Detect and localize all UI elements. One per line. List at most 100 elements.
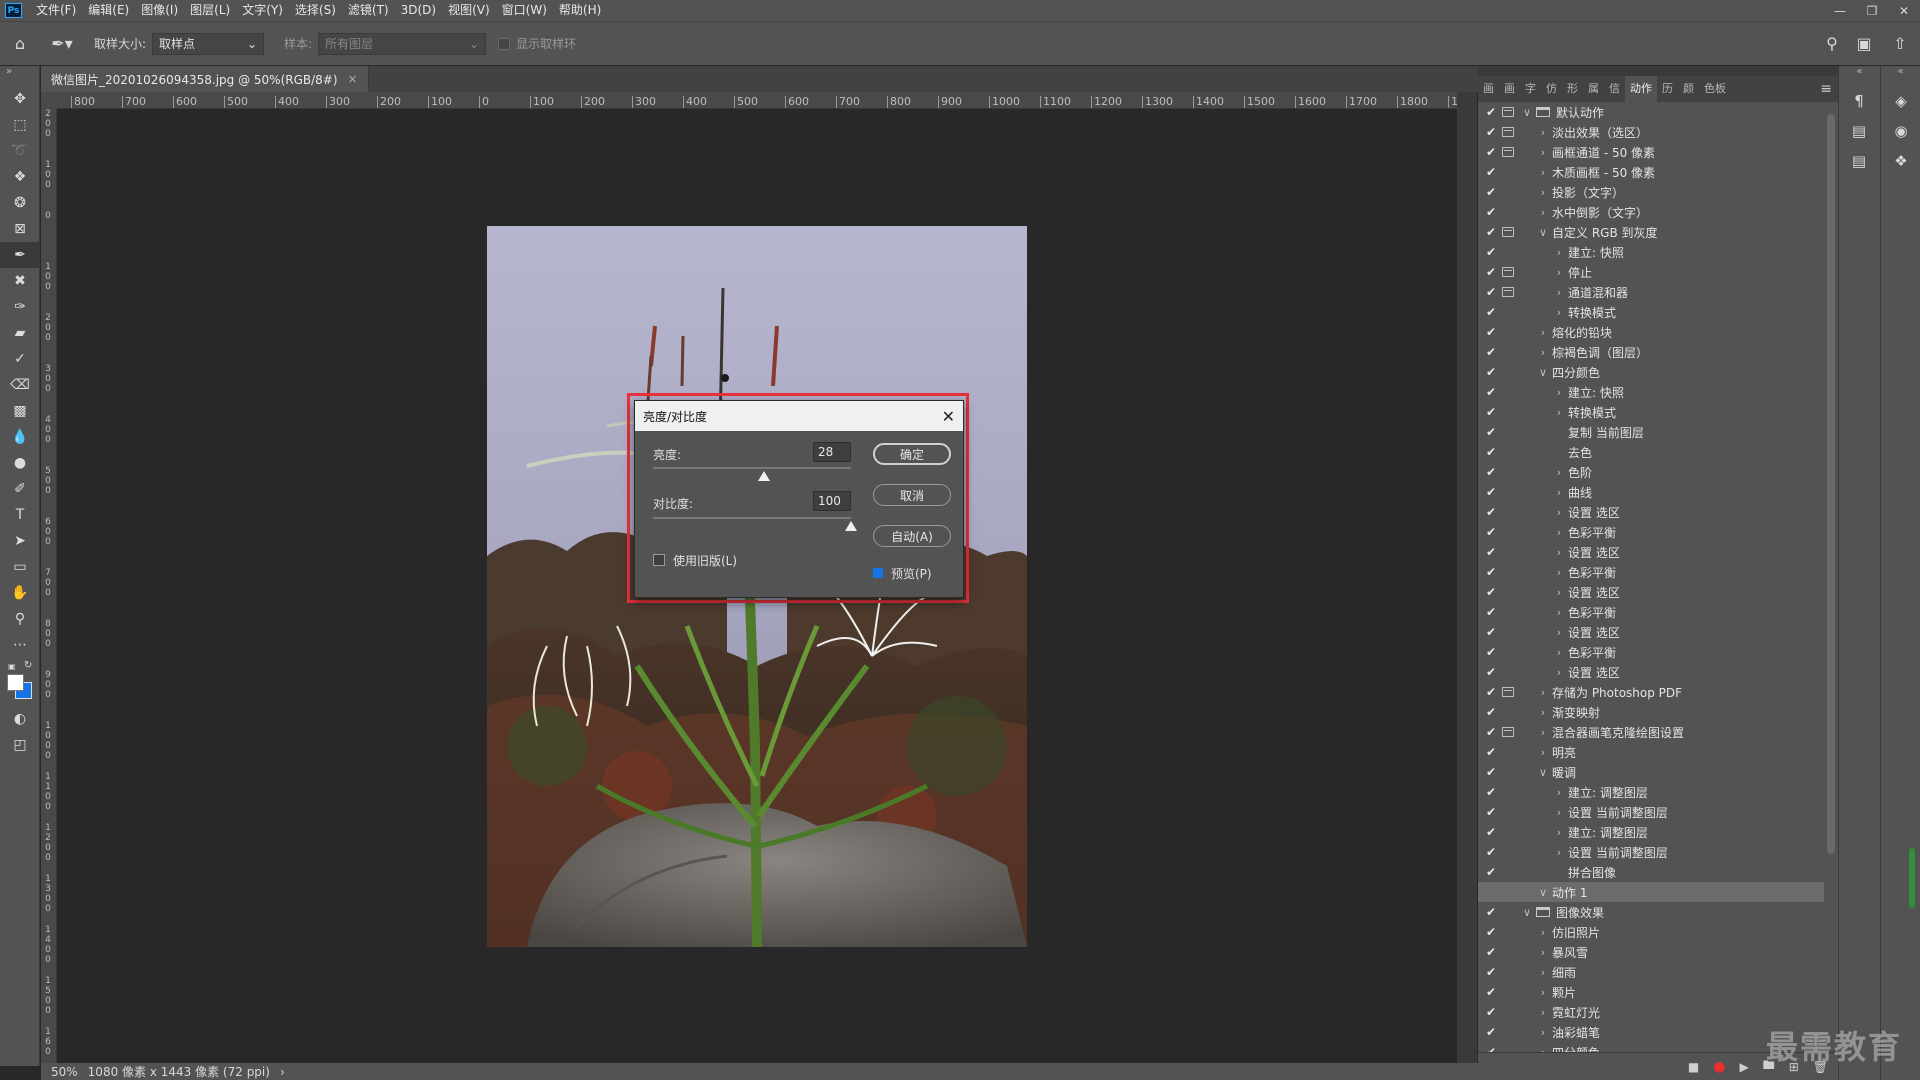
action-row[interactable]: ✔ ∨ 四分颜色 bbox=[1478, 362, 1824, 382]
check-icon[interactable]: ✔ bbox=[1484, 825, 1498, 839]
action-row[interactable]: ✔ › 仿旧照片 bbox=[1478, 922, 1824, 942]
check-icon[interactable]: ✔ bbox=[1484, 305, 1498, 319]
action-row[interactable]: ✔ › 设置 当前调整图层 bbox=[1478, 802, 1824, 822]
panel-tab[interactable]: 颜 bbox=[1678, 76, 1699, 102]
check-icon[interactable]: ✔ bbox=[1484, 785, 1498, 799]
stop-icon[interactable]: ■ bbox=[1688, 1060, 1699, 1074]
dialog-toggle-icon[interactable] bbox=[1502, 467, 1514, 477]
action-row[interactable]: ✔ ∨ 图像效果 bbox=[1478, 902, 1824, 922]
check-icon[interactable]: ✔ bbox=[1484, 1025, 1498, 1039]
action-row[interactable]: ✔ › 色彩平衡 bbox=[1478, 562, 1824, 582]
sample-select[interactable]: 所有图层 ⌄ bbox=[318, 32, 487, 55]
dialog-toggle-icon[interactable] bbox=[1502, 747, 1514, 757]
action-row[interactable]: ✔ › 颗片 bbox=[1478, 982, 1824, 1002]
dialog-toggle-icon[interactable] bbox=[1502, 147, 1514, 157]
frame-tool-icon[interactable]: ⊠ bbox=[0, 216, 40, 242]
chevron-right-icon[interactable]: › bbox=[1554, 386, 1564, 399]
dialog-toggle-icon[interactable] bbox=[1502, 307, 1514, 317]
search-icon[interactable]: ⚲ bbox=[1816, 34, 1848, 53]
chevron-down-icon[interactable]: ∨ bbox=[1538, 886, 1548, 899]
menu-item[interactable]: 3D(D) bbox=[395, 0, 442, 21]
chevron-right-icon[interactable]: › bbox=[1554, 566, 1564, 579]
check-icon[interactable]: ✔ bbox=[1484, 525, 1498, 539]
panel-menu-icon[interactable]: ≡ bbox=[1820, 81, 1832, 97]
dialog-toggle-icon[interactable] bbox=[1502, 727, 1514, 737]
libraries-icon[interactable]: ▤ bbox=[1839, 116, 1879, 146]
dialog-toggle-icon[interactable] bbox=[1502, 527, 1514, 537]
chevron-right-icon[interactable]: › bbox=[1554, 786, 1564, 799]
more-tools-icon[interactable]: ⋯ bbox=[0, 632, 40, 658]
action-row[interactable]: ✔ › 色彩平衡 bbox=[1478, 522, 1824, 542]
dialog-toggle-icon[interactable] bbox=[1502, 787, 1514, 797]
dialog-toggle-icon[interactable] bbox=[1502, 1027, 1514, 1037]
action-row[interactable]: ∨ 动作 1 bbox=[1478, 882, 1824, 902]
path-select-tool-icon[interactable]: ➤ bbox=[0, 528, 40, 554]
action-row[interactable]: ✔ › 建立: 快照 bbox=[1478, 242, 1824, 262]
check-icon[interactable]: ✔ bbox=[1484, 125, 1498, 139]
check-icon[interactable]: ✔ bbox=[1484, 685, 1498, 699]
dialog-title-bar[interactable]: 亮度/对比度 ✕ bbox=[635, 401, 963, 431]
chevron-right-icon[interactable]: › bbox=[1554, 586, 1564, 599]
chevron-down-icon[interactable]: ∨ bbox=[1522, 106, 1532, 119]
minimize-icon[interactable]: — bbox=[1824, 0, 1856, 21]
dodge-tool-icon[interactable]: ● bbox=[0, 450, 40, 476]
dialog-toggle-icon[interactable] bbox=[1502, 167, 1514, 177]
chevron-right-icon[interactable]: › bbox=[1538, 926, 1548, 939]
paths-icon[interactable]: ❖ bbox=[1881, 146, 1920, 176]
action-row[interactable]: ✔ › 棕褐色调（图层） bbox=[1478, 342, 1824, 362]
dialog-toggle-icon[interactable] bbox=[1502, 447, 1514, 457]
chevron-right-icon[interactable]: › bbox=[1554, 826, 1564, 839]
zoom-level[interactable]: 50% bbox=[51, 1065, 78, 1079]
action-row[interactable]: ✔ › 投影（文字） bbox=[1478, 182, 1824, 202]
foreground-color-swatch[interactable] bbox=[7, 674, 24, 691]
dialog-toggle-icon[interactable] bbox=[1502, 107, 1514, 117]
dialog-toggle-icon[interactable] bbox=[1502, 567, 1514, 577]
action-row[interactable]: ✔ 拼合图像 bbox=[1478, 862, 1824, 882]
panel-tab[interactable]: 仿 bbox=[1541, 76, 1562, 102]
check-icon[interactable]: ✔ bbox=[1484, 625, 1498, 639]
hand-tool-icon[interactable]: ✋ bbox=[0, 580, 40, 606]
dialog-toggle-icon[interactable] bbox=[1502, 327, 1514, 337]
close-tab-icon[interactable]: × bbox=[348, 72, 358, 86]
dialog-toggle-icon[interactable] bbox=[1502, 267, 1514, 277]
dialog-toggle-icon[interactable] bbox=[1502, 127, 1514, 137]
panel-tab[interactable]: 色板 bbox=[1699, 76, 1731, 102]
dialog-toggle-icon[interactable] bbox=[1502, 627, 1514, 637]
collapse-icon[interactable]: » bbox=[0, 66, 39, 86]
chevron-right-icon[interactable]: › bbox=[1554, 806, 1564, 819]
dialog-toggle-icon[interactable] bbox=[1502, 907, 1514, 917]
panel-collapse-bar[interactable] bbox=[1478, 66, 1838, 76]
check-icon[interactable]: ✔ bbox=[1484, 545, 1498, 559]
chevron-right-icon[interactable]: › bbox=[280, 1065, 285, 1079]
chevron-right-icon[interactable]: › bbox=[1554, 846, 1564, 859]
panel-tab[interactable]: 历 bbox=[1657, 76, 1678, 102]
dialog-toggle-icon[interactable] bbox=[1502, 807, 1514, 817]
check-icon[interactable]: ✔ bbox=[1484, 485, 1498, 499]
dialog-toggle-icon[interactable] bbox=[1502, 487, 1514, 497]
action-row[interactable]: ✔ › 设置 选区 bbox=[1478, 542, 1824, 562]
check-icon[interactable]: ✔ bbox=[1484, 285, 1498, 299]
chevron-right-icon[interactable]: › bbox=[1538, 206, 1548, 219]
healing-tool-icon[interactable]: ✖ bbox=[0, 268, 40, 294]
menu-item[interactable]: 文件(F) bbox=[30, 0, 82, 21]
dialog-toggle-icon[interactable] bbox=[1502, 887, 1514, 897]
dialog-toggle-icon[interactable] bbox=[1502, 347, 1514, 357]
action-row[interactable]: ✔ › 通道混和器 bbox=[1478, 282, 1824, 302]
check-icon[interactable]: ✔ bbox=[1484, 645, 1498, 659]
chevron-right-icon[interactable]: › bbox=[1554, 486, 1564, 499]
action-row[interactable]: ✔ › 细雨 bbox=[1478, 962, 1824, 982]
chevron-right-icon[interactable]: › bbox=[1554, 406, 1564, 419]
chevron-right-icon[interactable]: › bbox=[1554, 286, 1564, 299]
check-icon[interactable]: ✔ bbox=[1484, 805, 1498, 819]
action-row[interactable]: ✔ › 转换模式 bbox=[1478, 302, 1824, 322]
action-row[interactable]: ✔ › 色阶 bbox=[1478, 462, 1824, 482]
panel-tab[interactable]: 字 bbox=[1520, 76, 1541, 102]
legacy-checkbox[interactable] bbox=[653, 554, 665, 566]
lasso-tool-icon[interactable]: ➰ bbox=[0, 138, 40, 164]
blur-tool-icon[interactable]: 💧 bbox=[0, 424, 40, 450]
dialog-toggle-icon[interactable] bbox=[1502, 247, 1514, 257]
check-icon[interactable]: ✔ bbox=[1484, 945, 1498, 959]
panel-tab[interactable]: 属 bbox=[1583, 76, 1604, 102]
chevron-down-icon[interactable]: ∨ bbox=[1538, 226, 1548, 239]
chevron-right-icon[interactable]: › bbox=[1538, 326, 1548, 339]
